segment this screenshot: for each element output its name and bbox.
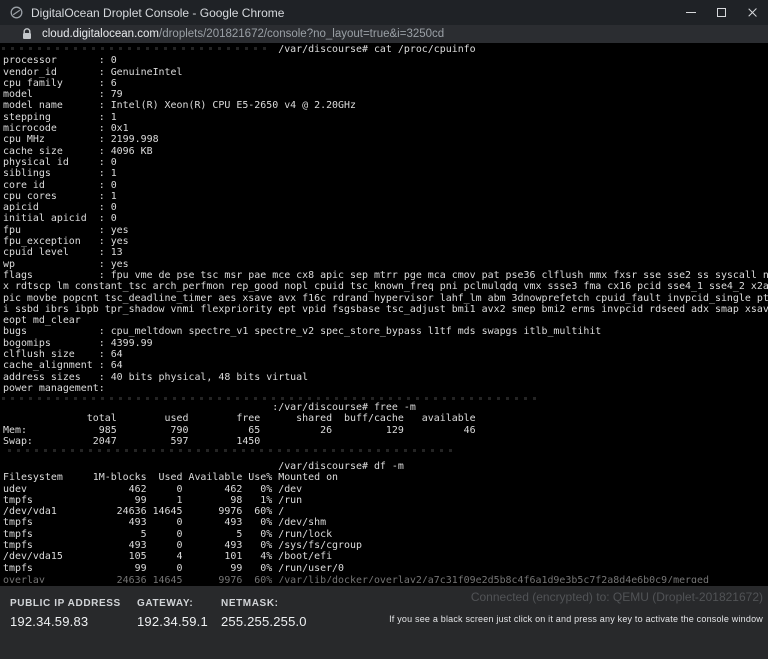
cpuinfo-output: /var/discourse# cat /proc/cpuinfo proces… [3,44,768,394]
gateway-label: GATEWAY: [137,598,208,609]
free-output: :/var/discourse# free -m total used free… [3,402,476,447]
url-text[interactable]: cloud.digitalocean.com/droplets/20182167… [42,28,444,40]
window-title: DigitalOcean Droplet Console - Google Ch… [31,6,284,20]
window-controls [675,0,768,25]
terminal-artifact-row [8,449,453,452]
browser-window: DigitalOcean Droplet Console - Google Ch… [0,0,768,659]
public-ip-stat: PUBLIC IP ADDRESS 192.34.59.83 [10,598,121,629]
black-screen-hint: If you see a black screen just click on … [389,614,763,624]
maximize-button[interactable] [706,0,737,25]
address-bar[interactable]: cloud.digitalocean.com/droplets/20182167… [0,25,768,43]
url-path: /droplets/201821672/console?no_layout=tr… [159,28,444,40]
connection-status: Connected (encrypted) to: QEMU (Droplet-… [471,590,763,604]
close-icon [747,7,758,18]
maximize-icon [717,8,726,17]
minimize-button[interactable] [675,0,706,25]
public-ip-label: PUBLIC IP ADDRESS [10,598,121,609]
site-favicon-icon [10,6,23,19]
close-button[interactable] [737,0,768,25]
window-titlebar: DigitalOcean Droplet Console - Google Ch… [0,0,768,25]
df-output: /var/discourse# df -m Filesystem 1M-bloc… [3,461,404,574]
gateway-value: 192.34.59.1 [137,614,208,629]
console-footer: PUBLIC IP ADDRESS 192.34.59.83 GATEWAY: … [0,586,768,659]
minimize-icon [686,12,696,13]
netmask-value: 255.255.255.0 [221,614,307,629]
lock-icon[interactable] [22,28,32,40]
public-ip-value: 192.34.59.83 [10,614,121,629]
gateway-stat: GATEWAY: 192.34.59.1 [137,598,208,629]
netmask-label: NETMASK: [221,598,307,609]
clipped-terminal-line: overlay 24636 14645 9976 60% /var/lib/do… [3,575,709,583]
terminal-artifact-row [2,397,542,400]
netmask-stat: NETMASK: 255.255.255.0 [221,598,307,629]
console-terminal[interactable]: /var/discourse# cat /proc/cpuinfo proces… [0,43,768,586]
url-domain: cloud.digitalocean.com [42,28,159,40]
